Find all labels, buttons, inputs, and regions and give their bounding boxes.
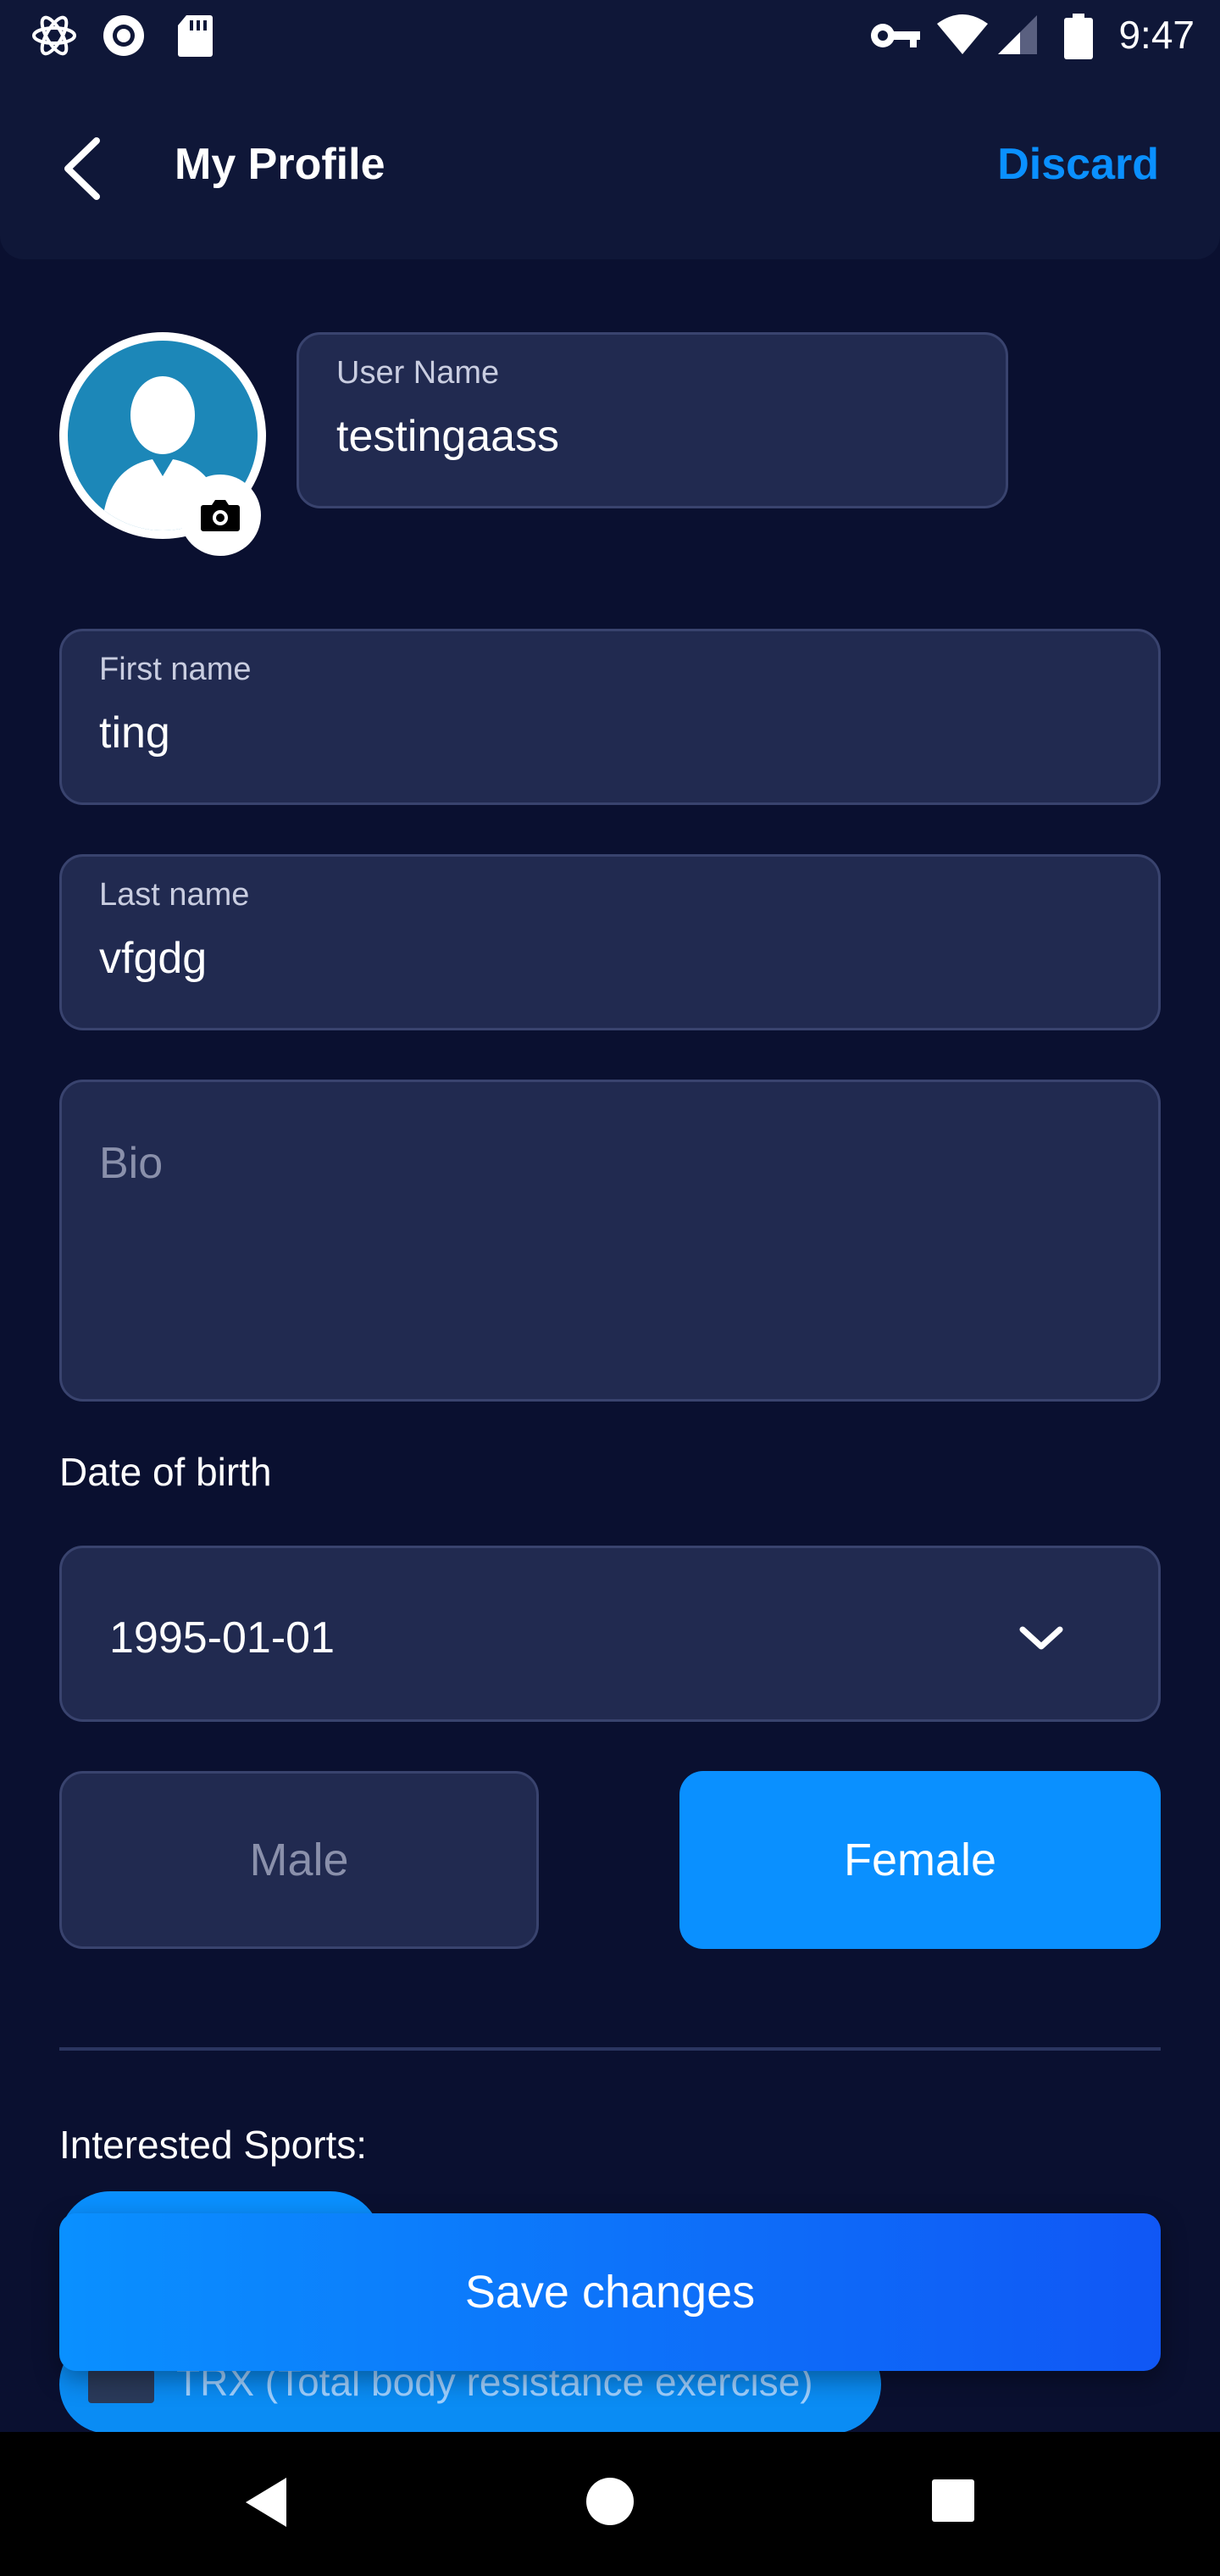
gender-male-button[interactable]: Male (59, 1771, 539, 1949)
back-triangle-icon[interactable] (241, 2474, 291, 2530)
chevron-down-icon (1019, 1626, 1063, 1650)
gender-female-button[interactable]: Female (679, 1771, 1161, 1949)
page-title: My Profile (175, 140, 385, 189)
atom-icon (32, 15, 76, 56)
interested-sports-label: Interested Sports: (59, 2123, 368, 2167)
username-label: User Name (336, 355, 500, 391)
clock: 9:47 (1118, 13, 1195, 57)
battery-icon (1064, 14, 1093, 59)
recents-square-icon[interactable] (930, 2478, 976, 2523)
save-changes-button[interactable]: Save changes (59, 2213, 1161, 2371)
sport-thumbnail (88, 2369, 154, 2403)
first-name-field[interactable]: First name ting (59, 629, 1161, 805)
sd-card-icon (178, 15, 213, 57)
chevron-left-icon (64, 137, 100, 200)
username-value: testingaass (336, 412, 560, 461)
back-button[interactable] (54, 130, 114, 207)
last-name-value: vfgdg (99, 934, 208, 983)
dob-label: Date of birth (59, 1450, 272, 1494)
status-bar: 9:47 (0, 0, 1220, 71)
record-icon (103, 15, 144, 56)
signal-icon (998, 15, 1037, 54)
wifi-icon (937, 14, 988, 54)
first-name-value: ting (99, 708, 170, 758)
key-icon (871, 24, 920, 47)
dob-dropdown[interactable]: 1995-01-01 (59, 1546, 1161, 1722)
last-name-field[interactable]: Last name vfgdg (59, 854, 1161, 1030)
discard-button[interactable]: Discard (997, 139, 1159, 190)
camera-icon (201, 500, 240, 531)
dob-value: 1995-01-01 (109, 1613, 335, 1663)
home-circle-icon[interactable] (585, 2476, 635, 2527)
bio-field[interactable]: Bio (59, 1080, 1161, 1402)
app-bar: My Profile Discard (0, 71, 1220, 259)
change-photo-button[interactable] (180, 475, 261, 556)
divider (59, 2047, 1161, 2051)
username-field[interactable]: User Name testingaass (297, 332, 1008, 508)
system-nav-bar (0, 2432, 1220, 2576)
last-name-label: Last name (99, 877, 250, 913)
bio-placeholder: Bio (99, 1139, 164, 1188)
first-name-label: First name (99, 652, 252, 687)
